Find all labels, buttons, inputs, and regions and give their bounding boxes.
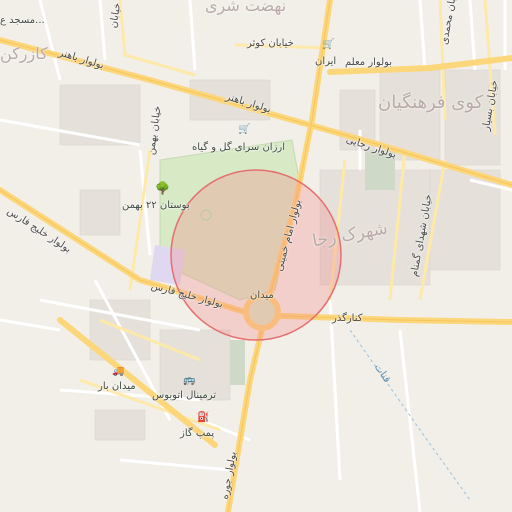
poi-label-meydan-bar: میدان بار xyxy=(98,381,136,392)
map-view[interactable]: نهضت شری کازرکن کوی فرهنگیان شهرک رجا بو… xyxy=(0,0,512,512)
district-label-nahzat: نهضت شری xyxy=(205,0,287,15)
poi-label-masjed: مسجد ع... xyxy=(0,15,45,26)
shopping-basket-icon[interactable]: 🛒 xyxy=(322,40,334,50)
poi-label-square: میدان xyxy=(250,290,274,301)
poi-label-terminal: ترمینال اتوبوس xyxy=(152,390,217,401)
poi-label-park-22-bahman: بوستان ۲۲ بهمن xyxy=(122,200,190,211)
bus-icon[interactable]: 🚌 xyxy=(183,376,195,386)
poi-label-arzan-sara: ارزان سرای گل و گیاه xyxy=(192,142,286,153)
road-label-ring: کنارگذر xyxy=(332,313,363,324)
truck-icon[interactable]: 🚚 xyxy=(112,367,124,377)
gas-pump-icon[interactable]: ⛽ xyxy=(197,413,209,423)
road-label-kowsar: خیابان کوثر xyxy=(247,38,294,49)
search-radius-circle[interactable] xyxy=(170,169,342,341)
map-canvas xyxy=(0,0,512,512)
road-label-moallem: بولوار معلم xyxy=(345,57,393,68)
shopping-basket-icon[interactable]: 🛒 xyxy=(238,125,250,135)
poi-label-gas-pump: پمپ گاز xyxy=(180,428,215,439)
district-label-kazerun: کازرکن xyxy=(0,44,48,63)
poi-label-iran: ایران xyxy=(315,56,337,67)
district-label-farhangian: کوی فرهنگیان xyxy=(378,92,484,113)
tree-icon[interactable]: 🌳 xyxy=(155,182,170,194)
